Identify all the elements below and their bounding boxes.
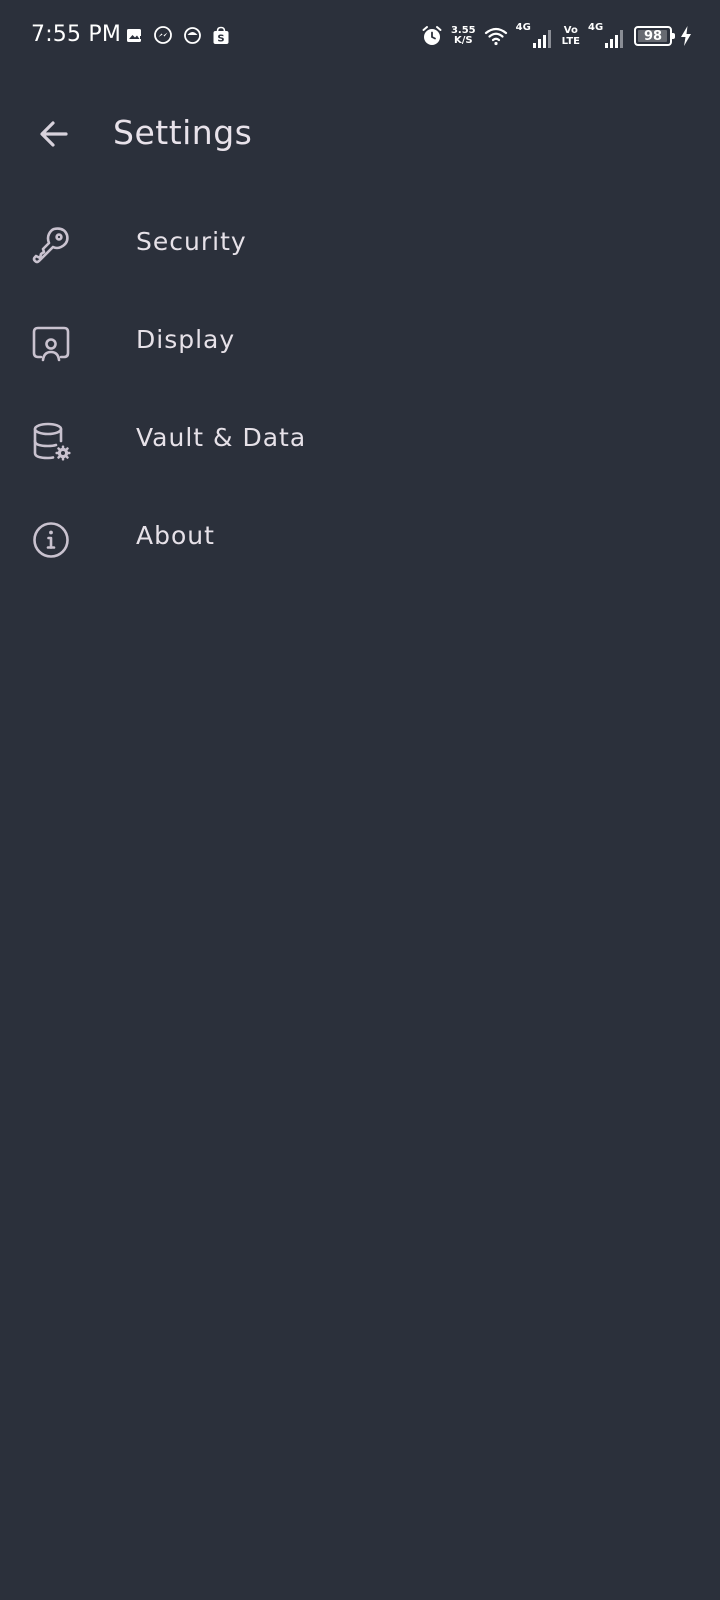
settings-item-label: Vault & Data: [136, 423, 307, 452]
signal-sim2: 4G: [588, 23, 626, 49]
shopping-bag-icon: S: [213, 26, 229, 44]
status-time: 7:55 PM: [31, 22, 122, 47]
signal-bars-icon: [532, 30, 551, 48]
info-icon: [33, 522, 69, 558]
messenger-icon: [154, 26, 172, 44]
network-type-sim2: 4G: [588, 22, 604, 33]
volte-top: Vo: [563, 25, 578, 36]
volte-bottom: LTE: [561, 36, 580, 47]
network-speed: 3.55 K/S: [451, 26, 476, 46]
status-bar: 7:55 PM S 3.55 K/S 4G Vo LTE 4G 98: [0, 0, 720, 72]
database-settings-icon: [33, 422, 71, 461]
volte-indicator: Vo LTE: [562, 25, 580, 47]
network-type-sim1: 4G: [515, 22, 531, 33]
settings-list: Security Display Vault & Data About: [0, 196, 720, 588]
settings-item-label: Security: [136, 227, 247, 256]
display-icon: [32, 326, 70, 362]
battery-indicator: 98: [634, 26, 675, 46]
charging-bolt-icon: [681, 26, 691, 46]
wifi-icon: [484, 27, 507, 46]
settings-item-security[interactable]: Security: [0, 196, 720, 294]
settings-item-label: About: [136, 521, 215, 550]
svg-text:S: S: [217, 33, 224, 44]
arrow-back-icon: [40, 121, 68, 147]
page-title: Settings: [113, 113, 253, 152]
network-speed-unit: K/S: [453, 35, 473, 46]
notification-icons: S: [126, 25, 230, 45]
back-button[interactable]: [26, 106, 82, 162]
settings-item-about[interactable]: About: [0, 490, 720, 588]
settings-item-vault-data[interactable]: Vault & Data: [0, 392, 720, 490]
app-notification-icon: [184, 26, 201, 44]
signal-bars-icon: [605, 30, 623, 48]
top-app-bar: Settings: [0, 96, 720, 172]
gallery-icon: [127, 28, 143, 42]
battery-level: 98: [643, 28, 663, 44]
status-right: 3.55 K/S 4G Vo LTE 4G 98: [421, 22, 692, 50]
signal-sim1: 4G: [516, 23, 554, 49]
settings-item-display[interactable]: Display: [0, 294, 720, 392]
key-icon: [32, 227, 69, 264]
alarm-icon: [422, 26, 442, 45]
settings-item-label: Display: [136, 325, 236, 354]
